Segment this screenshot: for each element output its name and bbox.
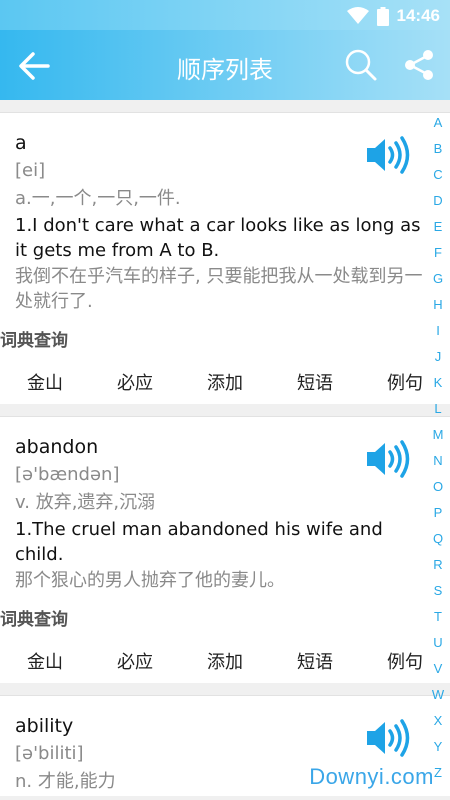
share-icon	[405, 50, 433, 80]
battery-icon	[376, 6, 389, 26]
link-examples[interactable]: 例句	[387, 648, 423, 674]
index-letter-d[interactable]: D	[426, 188, 450, 214]
index-letter-b[interactable]: B	[426, 136, 450, 162]
speaker-icon	[367, 719, 410, 757]
word-list[interactable]: a [ei] a.一,一个,一只,一件. 1.I don't care what…	[0, 100, 450, 800]
index-letter-v[interactable]: V	[426, 656, 450, 682]
list-item[interactable]: abandon [ə'bændən] v. 放弃,遗弃,沉溺 1.The cru…	[0, 417, 450, 683]
share-button[interactable]	[402, 48, 436, 82]
index-letter-r[interactable]: R	[426, 552, 450, 578]
index-letter-a[interactable]: A	[426, 110, 450, 136]
index-letter-q[interactable]: Q	[426, 526, 450, 552]
index-letter-u[interactable]: U	[426, 630, 450, 656]
dictionary-lookup-label: 词典查询	[0, 610, 68, 630]
link-jinshan[interactable]: 金山	[27, 369, 63, 395]
link-phrases[interactable]: 短语	[297, 648, 333, 674]
index-letter-e[interactable]: E	[426, 214, 450, 240]
index-letter-o[interactable]: O	[426, 474, 450, 500]
alphabet-index[interactable]: ABCDEFGHIJKLMNOPQRSTUVWXYZ	[426, 110, 450, 800]
status-time: 14:46	[396, 6, 440, 25]
divider	[0, 404, 450, 417]
index-letter-x[interactable]: X	[426, 708, 450, 734]
index-letter-m[interactable]: M	[426, 422, 450, 448]
dictionary-links: 金山 必应 添加 短语 例句	[0, 360, 450, 404]
speaker-icon	[367, 440, 410, 478]
watermark: Downyi.com	[309, 764, 434, 789]
example-chinese: 我倒不在乎汽车的样子, 只要能把我从一处载到另一处就行了.	[15, 266, 423, 312]
index-letter-h[interactable]: H	[426, 292, 450, 318]
link-bing[interactable]: 必应	[117, 648, 153, 674]
divider	[0, 100, 450, 113]
index-letter-l[interactable]: L	[426, 396, 450, 422]
speaker-icon	[367, 136, 410, 174]
divider	[0, 683, 450, 696]
entry-definition: v. 放弃,遗弃,沉溺	[15, 492, 156, 513]
link-examples[interactable]: 例句	[387, 369, 423, 395]
pronounce-button[interactable]	[365, 439, 413, 479]
search-icon	[345, 49, 377, 81]
entry-definition: a.一,一个,一只,一件.	[15, 188, 181, 209]
index-letter-s[interactable]: S	[426, 578, 450, 604]
status-bar: 14:46	[0, 0, 450, 30]
index-letter-i[interactable]: I	[426, 318, 450, 344]
dictionary-links: 金山 必应 添加 短语 例句	[0, 639, 450, 683]
dictionary-lookup-label: 词典查询	[0, 331, 68, 351]
index-letter-j[interactable]: J	[426, 344, 450, 370]
list-item[interactable]: a [ei] a.一,一个,一只,一件. 1.I don't care what…	[0, 113, 450, 404]
link-add[interactable]: 添加	[207, 648, 243, 674]
page-title: 顺序列表	[177, 56, 273, 84]
example-english: 1.I don't care what a car looks like as …	[15, 215, 421, 261]
index-letter-g[interactable]: G	[426, 266, 450, 292]
index-letter-f[interactable]: F	[426, 240, 450, 266]
link-jinshan[interactable]: 金山	[27, 648, 63, 674]
index-letter-k[interactable]: K	[426, 370, 450, 396]
index-letter-t[interactable]: T	[426, 604, 450, 630]
link-bing[interactable]: 必应	[117, 369, 153, 395]
example-chinese: 那个狠心的男人抛弃了他的妻儿。	[15, 570, 285, 591]
link-phrases[interactable]: 短语	[297, 369, 333, 395]
wifi-icon	[346, 7, 369, 24]
pronounce-button[interactable]	[365, 135, 413, 175]
index-letter-p[interactable]: P	[426, 500, 450, 526]
index-letter-c[interactable]: C	[426, 162, 450, 188]
index-letter-w[interactable]: W	[426, 682, 450, 708]
example-english: 1.The cruel man abandoned his wife and c…	[15, 519, 383, 565]
index-letter-n[interactable]: N	[426, 448, 450, 474]
status-icons: 14:46	[346, 6, 440, 26]
pronounce-button[interactable]	[365, 718, 413, 758]
index-letter-y[interactable]: Y	[426, 734, 450, 760]
app-bar: 顺序列表	[0, 30, 450, 100]
link-add[interactable]: 添加	[207, 369, 243, 395]
search-button[interactable]	[344, 48, 378, 82]
